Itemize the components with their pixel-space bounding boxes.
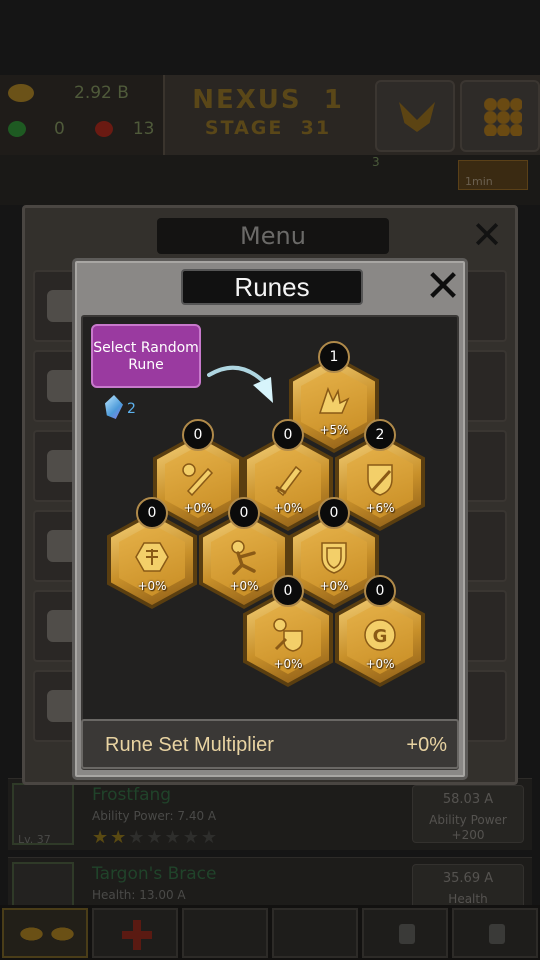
menu-close-icon[interactable]: ✕	[469, 216, 505, 254]
crystal-icon	[105, 395, 123, 419]
stage-label: STAGE	[204, 117, 284, 139]
multiplier-value: +0%	[406, 734, 447, 756]
menu-title: Menu	[157, 218, 389, 254]
rune-count: 0	[364, 575, 396, 607]
hero-sword-rune-icon	[182, 463, 214, 497]
rune-hex[interactable]: G +0% 0	[335, 575, 425, 687]
item-level: Lv. 37	[18, 833, 51, 846]
red-gem-amount: 13	[132, 119, 155, 139]
gold-coin-rune-icon: G	[364, 619, 396, 651]
rune-count: 0	[272, 419, 304, 451]
item-stars: ★★★★★★★	[92, 827, 219, 848]
strip-counter: 3	[372, 155, 380, 169]
grid-menu-button[interactable]	[460, 80, 540, 152]
lock-icon	[399, 924, 415, 944]
tab-heal[interactable]	[92, 908, 178, 958]
tab-locked-2[interactable]	[452, 908, 538, 958]
menu-side-button[interactable]	[463, 590, 507, 662]
timer-chest-button[interactable]: 1min	[458, 160, 528, 190]
list-item[interactable]: Lv. 37 Frostfang Ability Power: 7.40 A ★…	[8, 778, 532, 850]
lock-icon	[489, 924, 505, 944]
menu-side-button[interactable]	[463, 430, 507, 502]
world-number: 1	[323, 85, 344, 115]
item-name: Frostfang	[92, 785, 172, 805]
hero-shield-rune-icon	[273, 618, 303, 652]
runes-board: Select Random Rune 2 +5% 1 +0% 0 +0% 0 +…	[81, 315, 459, 770]
item-name: Targon's Brace	[92, 864, 217, 884]
plus-icon	[122, 920, 152, 950]
timer-label: 1min	[465, 175, 493, 188]
gold-coin-icon	[8, 84, 34, 102]
coins-icon	[16, 925, 78, 943]
close-icon[interactable]: ✕	[423, 265, 463, 309]
grid-icon	[484, 98, 522, 136]
stars-filled: ★★	[92, 827, 129, 848]
rune-hex[interactable]: +0% 0	[243, 575, 333, 687]
green-gem-icon	[8, 121, 26, 137]
runes-dialog: Runes ✕ Select Random Rune 2 +5% 1 +0% 0	[72, 258, 468, 780]
upgrade-button[interactable]: 58.03 A Ability Power +200	[412, 785, 524, 843]
rune-bonus: +0%	[365, 657, 395, 671]
game-screen: 2.92 B 0 13 NEXUS 1 STAGE 31 3 1min Lv. …	[0, 0, 540, 960]
stage-number: 31	[300, 117, 332, 139]
menu-side-button[interactable]	[463, 350, 507, 422]
upgrade-price: 58.03 A	[442, 792, 494, 807]
rune-count: 0	[228, 497, 260, 529]
select-random-rune-button[interactable]: Select Random Rune	[91, 324, 201, 388]
shield-rune-icon	[321, 542, 347, 574]
multiplier-label: Rune Set Multiplier	[105, 734, 274, 756]
rune-hex[interactable]: +0% 0	[107, 497, 197, 609]
rune-count: 0	[182, 419, 214, 451]
rune-count: 0	[318, 497, 350, 529]
tab-shop[interactable]	[272, 908, 358, 958]
green-gem-amount: 0	[54, 119, 65, 139]
emblem-rune-icon	[135, 542, 169, 572]
upgrade-gain: Ability Power +200	[429, 813, 507, 842]
rune-bonus: +0%	[273, 657, 303, 671]
tab-gold[interactable]	[2, 908, 88, 958]
wing-rune-icon	[318, 386, 350, 414]
item-stat: Ability Power: 7.40 A	[92, 809, 217, 823]
gold-amount: 2.92 B	[74, 83, 129, 103]
rune-count: 1	[318, 341, 350, 373]
red-gem-icon	[94, 121, 113, 137]
pointer-arrow-icon	[207, 365, 273, 403]
stage-display: NEXUS 1 STAGE 31	[168, 75, 368, 155]
rune-bonus: +0%	[137, 579, 167, 593]
world-name: NEXUS	[192, 85, 302, 115]
wings-icon	[399, 102, 435, 132]
svg-text:G: G	[373, 626, 388, 647]
wings-button[interactable]	[375, 80, 455, 152]
currency-panel: 2.92 B 0 13	[0, 75, 165, 155]
stars-empty: ★★★★★	[128, 827, 219, 848]
menu-side-button[interactable]	[463, 670, 507, 742]
crystal-count: 2	[127, 401, 136, 417]
item-stat: Health: 13.00 A	[92, 888, 186, 902]
tab-pets[interactable]	[182, 908, 268, 958]
rune-count: 0	[272, 575, 304, 607]
menu-side-button[interactable]	[463, 270, 507, 342]
menu-side-button[interactable]	[463, 510, 507, 582]
rune-count: 2	[364, 419, 396, 451]
upgrade-price: 35.69 A	[442, 871, 494, 886]
hero-rune-icon	[231, 540, 256, 575]
runes-title: Runes	[181, 269, 363, 305]
tab-locked-1[interactable]	[362, 908, 448, 958]
shield-sword-rune-icon	[367, 464, 393, 496]
rune-set-multiplier-bar: Rune Set Multiplier +0%	[81, 719, 459, 769]
rune-count: 0	[136, 497, 168, 529]
sword-rune-icon	[275, 465, 303, 497]
